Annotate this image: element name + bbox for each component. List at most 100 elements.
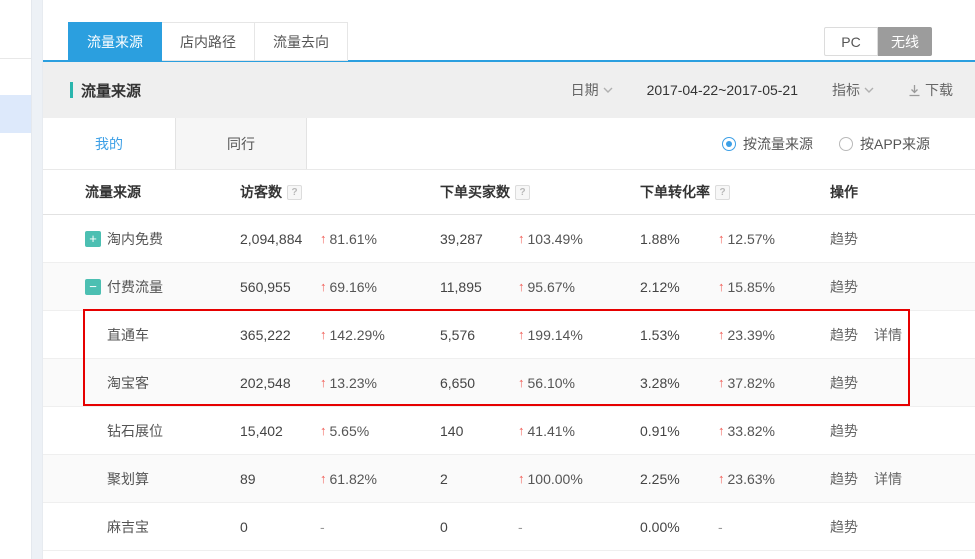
visitors-growth: -: [320, 519, 440, 535]
radio-按APP来源[interactable]: 按APP来源: [839, 134, 930, 154]
visitors-value: 365,222: [240, 327, 320, 343]
col-header-buyers: 下单买家数 ?: [440, 182, 640, 202]
help-icon[interactable]: ?: [287, 185, 302, 200]
source-name-cell: 麻吉宝: [43, 517, 240, 537]
chevron-down-icon: [864, 85, 874, 95]
growth-value: 37.82%: [728, 375, 775, 391]
row-actions: 趋势: [830, 373, 975, 393]
table-row: − 付费流量 560,955 ↑69.16% 11,895 ↑95.67% 2.…: [43, 263, 975, 311]
view-tab-同行[interactable]: 同行: [175, 118, 307, 169]
action-link-详情[interactable]: 详情: [874, 469, 902, 489]
growth-up-arrow-icon: ↑: [518, 231, 525, 246]
buyers-value: 5,576: [440, 327, 518, 343]
col-header-source-label: 流量来源: [85, 182, 141, 202]
device-option-无线[interactable]: 无线: [878, 27, 932, 56]
help-icon[interactable]: ?: [715, 185, 730, 200]
action-link-趋势[interactable]: 趋势: [830, 229, 858, 249]
buyers-growth: ↑56.10%: [518, 375, 640, 391]
action-link-趋势[interactable]: 趋势: [830, 421, 858, 441]
buyers-growth: ↑95.67%: [518, 279, 640, 295]
action-link-趋势[interactable]: 趋势: [830, 517, 858, 537]
radio-circle-icon: [839, 137, 853, 151]
growth-value: 15.85%: [728, 279, 775, 295]
buyers-value: 11,895: [440, 279, 518, 295]
col-header-source: 流量来源: [43, 182, 240, 202]
sidebar-divider: [0, 58, 31, 59]
conversion-value: 1.53%: [640, 327, 718, 343]
visitors-value: 560,955: [240, 279, 320, 295]
top-tab-流量去向[interactable]: 流量去向: [255, 22, 348, 61]
buyers-growth: ↑41.41%: [518, 423, 640, 439]
growth-up-arrow-icon: ↑: [518, 327, 525, 342]
radio-circle-icon: [722, 137, 736, 151]
panel-toolbar: 流量来源 日期 2017-04-22~2017-05-21 指标 下载: [43, 62, 975, 118]
source-name: 钻石展位: [107, 421, 163, 441]
top-tab-店内路径[interactable]: 店内路径: [162, 22, 255, 61]
buyers-value: 6,650: [440, 375, 518, 391]
view-tab-strip: 我的同行 按流量来源 按APP来源: [43, 118, 975, 170]
conversion-growth: ↑23.39%: [718, 327, 830, 343]
metrics-dropdown[interactable]: 指标: [832, 80, 874, 100]
growth-up-arrow-icon: ↑: [518, 471, 525, 486]
action-link-趋势[interactable]: 趋势: [830, 373, 858, 393]
action-link-趋势[interactable]: 趋势: [830, 325, 858, 345]
conversion-growth: -: [718, 519, 830, 535]
col-header-buyers-label: 下单买家数: [440, 182, 510, 202]
buyers-growth: ↑199.14%: [518, 327, 640, 343]
buyers-growth: ↑103.49%: [518, 231, 640, 247]
conversion-growth: ↑23.63%: [718, 471, 830, 487]
title-accent-bar: [70, 82, 73, 98]
sidebar-active-item[interactable]: [0, 95, 31, 133]
download-button[interactable]: 下载: [908, 80, 953, 100]
col-header-visitors-label: 访客数: [240, 182, 282, 202]
visitors-growth: ↑81.61%: [320, 231, 440, 247]
sidebar-fragment: [0, 0, 31, 559]
growth-value: 61.82%: [330, 471, 377, 487]
date-dropdown[interactable]: 日期: [571, 80, 613, 100]
growth-up-arrow-icon: ↑: [718, 231, 725, 246]
row-actions: 趋势: [830, 517, 975, 537]
panel-title-text: 流量来源: [81, 80, 141, 101]
growth-value: 13.23%: [330, 375, 377, 391]
table-row: 聚划算 89 ↑61.82% 2 ↑100.00% 2.25% ↑23.63% …: [43, 455, 975, 503]
date-range-value[interactable]: 2017-04-22~2017-05-21: [647, 82, 798, 98]
growth-up-arrow-icon: ↑: [320, 471, 327, 486]
source-name: 直通车: [107, 325, 149, 345]
visitors-value: 202,548: [240, 375, 320, 391]
buyers-value: 0: [440, 519, 518, 535]
conversion-value: 0.00%: [640, 519, 718, 535]
growth-value: 95.67%: [528, 279, 575, 295]
visitors-growth: ↑5.65%: [320, 423, 440, 439]
col-header-conversion-label: 下单转化率: [640, 182, 710, 202]
no-change-dash: -: [320, 519, 325, 535]
table-body: + 淘内免费 2,094,884 ↑81.61% 39,287 ↑103.49%…: [43, 215, 975, 551]
growth-value: 81.61%: [330, 231, 377, 247]
view-tab-我的[interactable]: 我的: [43, 118, 175, 169]
table-row: 直通车 365,222 ↑142.29% 5,576 ↑199.14% 1.53…: [43, 311, 975, 359]
radio-按流量来源[interactable]: 按流量来源: [722, 134, 813, 154]
source-name: 麻吉宝: [107, 517, 149, 537]
source-name-cell: 直通车: [43, 325, 240, 345]
conversion-value: 0.91%: [640, 423, 718, 439]
visitors-growth: ↑142.29%: [320, 327, 440, 343]
download-label: 下载: [925, 80, 953, 100]
action-link-趋势[interactable]: 趋势: [830, 469, 858, 489]
expand-plus-icon[interactable]: +: [85, 231, 101, 247]
buyers-value: 140: [440, 423, 518, 439]
buyers-growth: -: [518, 519, 640, 535]
panel-title: 流量来源: [70, 80, 141, 101]
growth-up-arrow-icon: ↑: [320, 375, 327, 390]
table-row: + 淘内免费 2,094,884 ↑81.61% 39,287 ↑103.49%…: [43, 215, 975, 263]
growth-value: 69.16%: [330, 279, 377, 295]
action-link-详情[interactable]: 详情: [874, 325, 902, 345]
top-tab-流量来源[interactable]: 流量来源: [68, 22, 162, 61]
help-icon[interactable]: ?: [515, 185, 530, 200]
toolbar-right: 日期 2017-04-22~2017-05-21 指标 下载: [571, 80, 953, 100]
date-dropdown-label: 日期: [571, 80, 599, 100]
row-actions: 趋势详情: [830, 469, 975, 489]
device-toggle: PC无线: [824, 27, 932, 56]
action-link-趋势[interactable]: 趋势: [830, 277, 858, 297]
collapse-minus-icon[interactable]: −: [85, 279, 101, 295]
device-option-PC[interactable]: PC: [824, 27, 878, 56]
row-actions: 趋势: [830, 229, 975, 249]
